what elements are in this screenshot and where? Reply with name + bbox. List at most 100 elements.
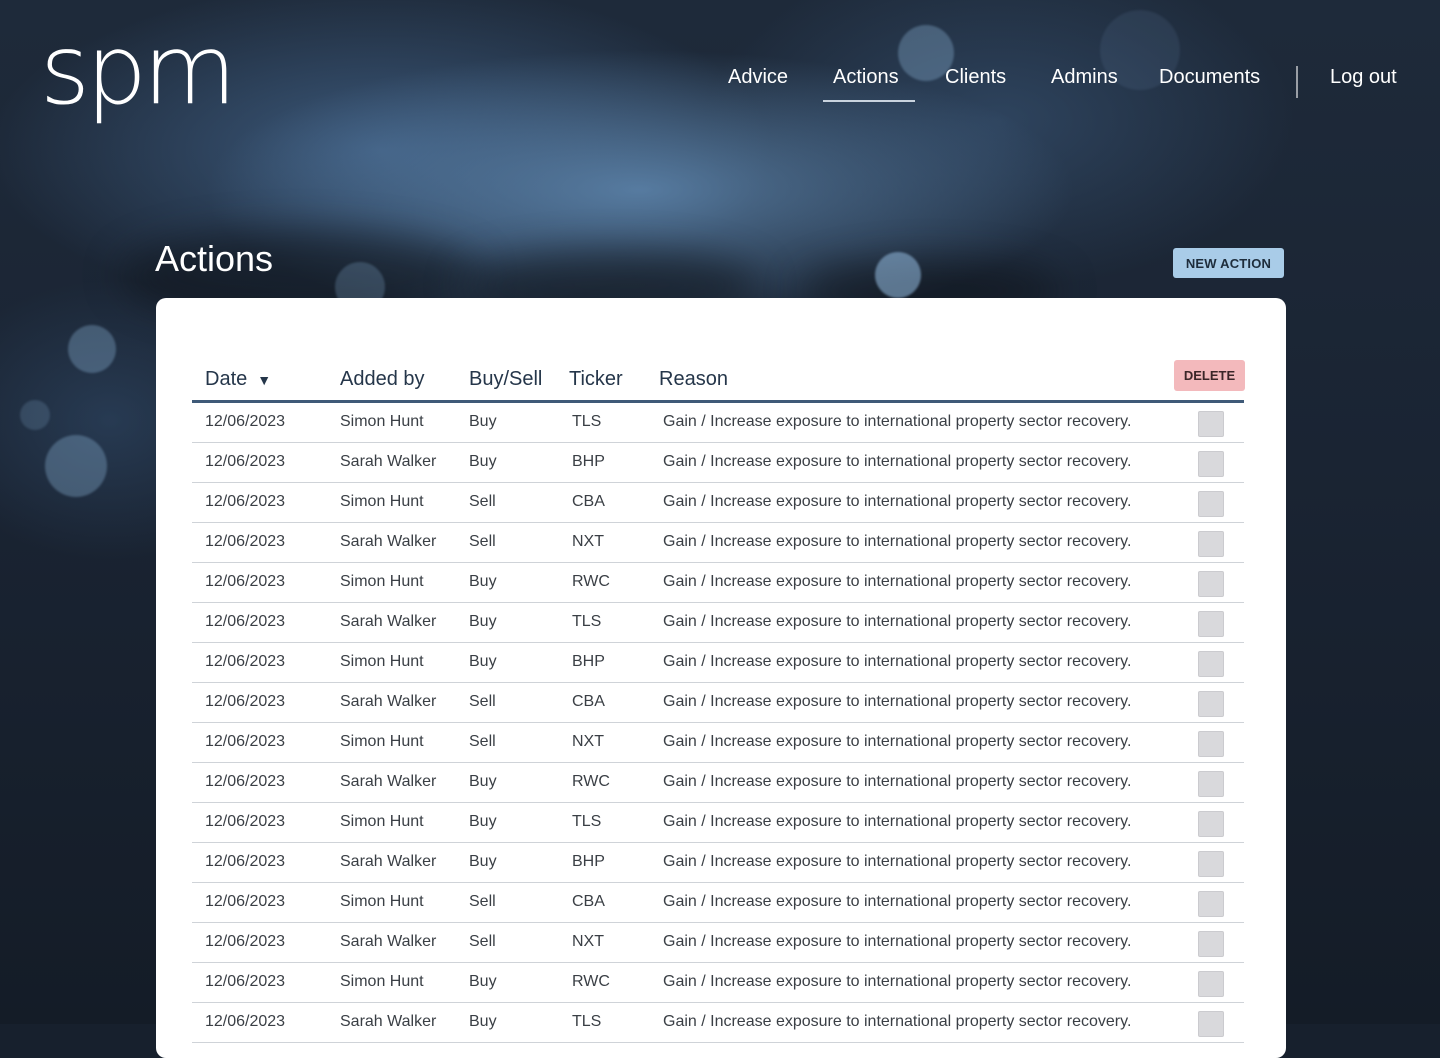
cell-date: 12/06/2023 <box>205 453 286 470</box>
nav-active-indicator <box>823 100 915 102</box>
row-select-checkbox[interactable] <box>1198 731 1224 757</box>
table-row[interactable]: 12/06/2023 Simon Hunt Sell CBA Gain / Increa… <box>192 483 1244 523</box>
cell-date: 12/06/2023 <box>205 853 286 870</box>
cell-buy-sell: Sell <box>469 693 496 710</box>
cell-reason: Gain / Increase exposure to internationa… <box>663 853 1132 870</box>
cell-buy-sell: Sell <box>469 733 496 750</box>
table-row[interactable]: 12/06/2023 Sarah Walker Buy TLS Gain / Incre… <box>192 1003 1244 1043</box>
table-row[interactable]: 12/06/2023 Sarah Walker Sell CBA Gain / Incr… <box>192 683 1244 723</box>
table-row[interactable]: 12/06/2023 Sarah Walker Buy RWC Gain / Incre… <box>192 763 1244 803</box>
cell-added-by: Simon Hunt <box>340 893 424 910</box>
cell-date: 12/06/2023 <box>205 693 286 710</box>
table-row[interactable]: 12/06/2023 Simon Hunt Buy TLS Gain / Increas… <box>192 803 1244 843</box>
row-select-checkbox[interactable] <box>1198 531 1224 557</box>
row-select-checkbox[interactable] <box>1198 691 1224 717</box>
row-select-checkbox[interactable] <box>1198 1011 1224 1037</box>
cell-buy-sell: Sell <box>469 893 496 910</box>
table-row[interactable]: 12/06/2023 Simon Hunt Buy RWC Gain / Increas… <box>192 563 1244 603</box>
cell-buy-sell: Buy <box>469 973 497 990</box>
cell-date: 12/06/2023 <box>205 613 286 630</box>
cell-ticker: CBA <box>572 893 605 910</box>
cell-added-by: Sarah Walker <box>340 613 437 630</box>
cell-reason: Gain / Increase exposure to internationa… <box>663 533 1132 550</box>
cell-buy-sell: Buy <box>469 613 497 630</box>
cell-date: 12/06/2023 <box>205 773 286 790</box>
row-select-checkbox[interactable] <box>1198 851 1224 877</box>
cell-added-by: Simon Hunt <box>340 413 424 430</box>
table-row[interactable]: 12/06/2023 Sarah Walker Sell NXT Gain / Incr… <box>192 523 1244 563</box>
cell-buy-sell: Buy <box>469 1013 497 1030</box>
new-action-button[interactable]: NEW ACTION <box>1173 248 1284 278</box>
row-select-checkbox[interactable] <box>1198 651 1224 677</box>
nav-divider <box>1296 66 1298 98</box>
cell-ticker: NXT <box>572 933 604 950</box>
cell-added-by: Simon Hunt <box>340 573 424 590</box>
cell-reason: Gain / Increase exposure to internationa… <box>663 1013 1132 1030</box>
table-row[interactable]: 12/06/2023 Sarah Walker Buy TLS Gain / Incre… <box>192 603 1244 643</box>
column-header-label: Date <box>205 368 248 390</box>
row-select-checkbox[interactable] <box>1198 771 1224 797</box>
cell-date: 12/06/2023 <box>205 933 286 950</box>
cell-ticker: RWC <box>572 573 610 590</box>
cell-date: 12/06/2023 <box>205 413 286 430</box>
table-row[interactable]: 12/06/2023 Simon Hunt Buy BHP Gain / Increas… <box>192 643 1244 683</box>
cell-date: 12/06/2023 <box>205 813 286 830</box>
table-row[interactable]: 12/06/2023 Simon Hunt Sell CBA Gain / Increa… <box>192 883 1244 923</box>
row-select-checkbox[interactable] <box>1198 971 1224 997</box>
cell-buy-sell: Buy <box>469 773 497 790</box>
cell-reason: Gain / Increase exposure to internationa… <box>663 733 1132 750</box>
cell-date: 12/06/2023 <box>205 1013 286 1030</box>
table-row[interactable]: 12/06/2023 Sarah Walker Sell NXT Gain / Incr… <box>192 923 1244 963</box>
row-select-checkbox[interactable] <box>1198 491 1224 517</box>
cell-added-by: Sarah Walker <box>340 693 437 710</box>
cell-buy-sell: Buy <box>469 813 497 830</box>
table-row[interactable]: 12/06/2023 Simon Hunt Sell NXT Gain / Increa… <box>192 723 1244 763</box>
row-select-checkbox[interactable] <box>1198 611 1224 637</box>
actions-panel: DELETE Date ▼ Added by Buy/Sell Ticker Re… <box>156 298 1286 1058</box>
cell-ticker: TLS <box>572 413 602 430</box>
nav-item-admins[interactable]: Admins <box>1051 66 1118 89</box>
cell-buy-sell: Buy <box>469 573 497 590</box>
cell-ticker: CBA <box>572 493 605 510</box>
row-select-checkbox[interactable] <box>1198 811 1224 837</box>
cell-added-by: Sarah Walker <box>340 453 437 470</box>
cell-added-by: Simon Hunt <box>340 973 424 990</box>
cell-buy-sell: Buy <box>469 653 497 670</box>
nav-item-advice[interactable]: Advice <box>728 66 788 89</box>
nav-item-clients[interactable]: Clients <box>945 66 1006 89</box>
cell-date: 12/06/2023 <box>205 893 286 910</box>
cell-added-by: Sarah Walker <box>340 853 437 870</box>
cell-ticker: BHP <box>572 853 605 870</box>
cell-buy-sell: Buy <box>469 453 497 470</box>
table-row[interactable]: 12/06/2023 Sarah Walker Buy BHP Gain / Incre… <box>192 443 1244 483</box>
cell-reason: Gain / Increase exposure to internationa… <box>663 493 1132 510</box>
cell-added-by: Simon Hunt <box>340 653 424 670</box>
cell-ticker: RWC <box>572 973 610 990</box>
logout-link[interactable]: Log out <box>1330 66 1397 89</box>
cell-date: 12/06/2023 <box>205 733 286 750</box>
column-header-buy-sell[interactable]: Buy/Sell <box>469 368 542 391</box>
cell-reason: Gain / Increase exposure to internationa… <box>663 573 1132 590</box>
row-select-checkbox[interactable] <box>1198 451 1224 477</box>
cell-added-by: Sarah Walker <box>340 773 437 790</box>
row-select-checkbox[interactable] <box>1198 931 1224 957</box>
cell-added-by: Simon Hunt <box>340 813 424 830</box>
nav-item-actions[interactable]: Actions <box>833 66 899 89</box>
table-header: Date ▼ Added by Buy/Sell Ticker Reason <box>192 362 1244 403</box>
cell-ticker: TLS <box>572 1013 602 1030</box>
column-header-date[interactable]: Date ▼ <box>205 368 271 391</box>
table-row[interactable]: 12/06/2023 Sarah Walker Buy BHP Gain / Incre… <box>192 843 1244 883</box>
nav-item-documents[interactable]: Documents <box>1159 66 1260 89</box>
table-row[interactable]: 12/06/2023 Simon Hunt Buy TLS Gain / Increas… <box>192 403 1244 443</box>
row-select-checkbox[interactable] <box>1198 411 1224 437</box>
cell-reason: Gain / Increase exposure to internationa… <box>663 453 1132 470</box>
table-row[interactable]: 12/06/2023 Simon Hunt Buy RWC Gain / Increas… <box>192 963 1244 1003</box>
cell-added-by: Sarah Walker <box>340 533 437 550</box>
column-header-reason[interactable]: Reason <box>659 368 728 391</box>
column-header-ticker[interactable]: Ticker <box>569 368 623 391</box>
cell-date: 12/06/2023 <box>205 533 286 550</box>
column-header-added-by[interactable]: Added by <box>340 368 425 391</box>
row-select-checkbox[interactable] <box>1198 571 1224 597</box>
cell-buy-sell: Sell <box>469 533 496 550</box>
row-select-checkbox[interactable] <box>1198 891 1224 917</box>
